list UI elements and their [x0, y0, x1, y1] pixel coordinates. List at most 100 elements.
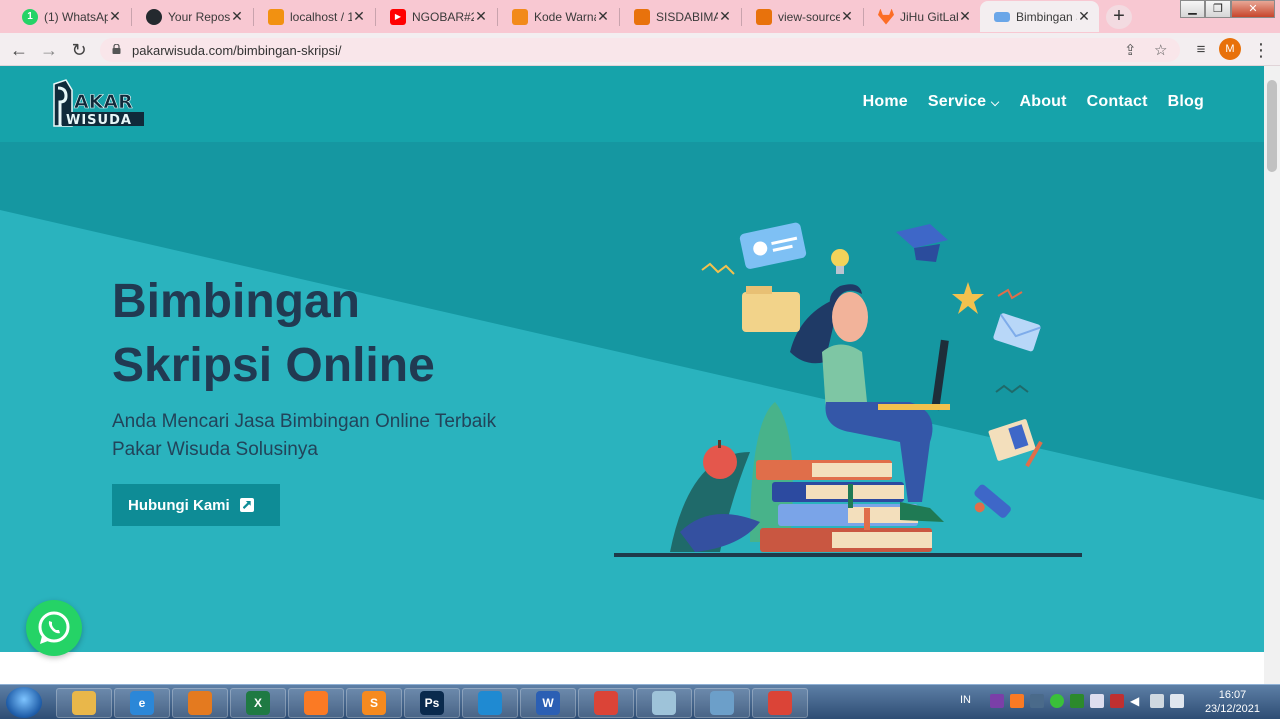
taskbar-internet-explorer[interactable]: e [114, 688, 170, 718]
nav-blog[interactable]: Blog [1168, 93, 1204, 111]
tab-youtube[interactable]: ▶ NGOBAR#2 ✕ [376, 1, 496, 32]
back-arrow-icon[interactable]: ← [8, 39, 30, 61]
close-tab-icon[interactable]: ✕ [230, 8, 244, 25]
system-clock[interactable]: 16:07 23/12/2021 [1205, 688, 1260, 716]
clock-date: 23/12/2021 [1204, 703, 1260, 715]
tab-phpmyadmin[interactable]: localhost / 1 ✕ [254, 1, 374, 32]
clock-time: 16:07 [1218, 689, 1247, 701]
svg-text:AKAR: AKAR [74, 91, 133, 113]
hero-title-line1: Bimbingan [112, 275, 360, 328]
action-center-icon[interactable] [1170, 694, 1184, 708]
share-icon[interactable]: ⇪ [1124, 41, 1137, 59]
close-tab-icon[interactable]: ✕ [958, 8, 972, 25]
taskbar-file-explorer[interactable] [56, 688, 112, 718]
close-tab-icon[interactable]: ✕ [108, 8, 122, 25]
tab-title: Your Reposit [168, 9, 230, 24]
address-bar[interactable]: pakarwisuda.com/bimbingan-skripsi/ ⇪ ☆ [100, 38, 1180, 62]
input-language[interactable]: IN [960, 694, 971, 706]
security-tray-icon[interactable] [1070, 694, 1084, 708]
tab-bimbingan-skripsi[interactable]: Bimbingan S ✕ [980, 1, 1099, 32]
hero-subtitle: Anda Mencari Jasa Bimbingan Online Terba… [112, 408, 496, 464]
close-tab-icon[interactable]: ✕ [352, 8, 366, 25]
student-laptop-illustration [614, 222, 1082, 557]
taskbar-sublime-text[interactable]: S [346, 688, 402, 718]
antivirus-tray-icon[interactable] [1110, 694, 1124, 708]
phpmyadmin-icon [268, 8, 284, 25]
taskbar-chrome[interactable] [578, 688, 634, 718]
whatsapp-icon: 1 [22, 8, 38, 25]
file-explorer-icon [72, 691, 96, 715]
xampp-icon [304, 691, 328, 715]
reading-list-icon[interactable]: ≡ [1190, 39, 1212, 61]
signal-icon[interactable] [1150, 694, 1164, 708]
tab-kode-warna[interactable]: Kode Warna ✕ [498, 1, 618, 32]
taskbar-media-player[interactable] [172, 688, 228, 718]
scrollbar-thumb[interactable] [1267, 80, 1277, 172]
hero-subtitle-line1: Anda Mencari Jasa Bimbingan Online Terba… [112, 411, 497, 432]
vscode-icon [478, 691, 502, 715]
menu-dots-icon[interactable]: ⋮ [1250, 39, 1272, 61]
gitlab-icon [878, 8, 894, 25]
close-tab-icon[interactable]: ✕ [1077, 8, 1091, 25]
close-tab-icon[interactable]: ✕ [474, 8, 488, 25]
media-player-icon [188, 691, 212, 715]
onenote-tray-icon[interactable] [990, 694, 1004, 708]
tab-view-source[interactable]: view-source: ✕ [742, 1, 862, 32]
nav-home[interactable]: Home [863, 93, 908, 111]
system-tray: ◀ [990, 694, 1184, 708]
minimize-button[interactable]: ▁ [1180, 0, 1205, 18]
nav-service-label: Service [927, 93, 987, 110]
tab-jihu-gitlab[interactable]: JiHu GitLab ✕ [864, 1, 980, 32]
main-menu: Home Service ⌵ About Contact Blog [863, 93, 1204, 111]
page-scrollbar[interactable] [1264, 66, 1280, 684]
tray-icon[interactable] [1090, 694, 1104, 708]
xampp-tray-icon[interactable] [1010, 694, 1024, 708]
maximize-button[interactable]: ❐ [1205, 0, 1231, 18]
profile-avatar[interactable]: M [1219, 38, 1241, 60]
site-navbar: AKAR WISUDA Home Service ⌵ About Contact… [0, 66, 1264, 142]
hubungi-kami-button[interactable]: Hubungi Kami [112, 484, 280, 526]
youtube-icon: ▶ [390, 8, 406, 25]
chrome-icon [594, 691, 618, 715]
pictures-icon [710, 691, 734, 715]
close-tab-icon[interactable]: ✕ [596, 8, 610, 25]
volume-icon[interactable]: ◀ [1130, 694, 1144, 708]
tab-title: NGOBAR#2 [412, 9, 474, 24]
nav-about[interactable]: About [1019, 93, 1066, 111]
new-tab-button[interactable]: + [1106, 5, 1132, 29]
taskbar-chrome-profile-m[interactable] [752, 688, 808, 718]
network-tray-icon[interactable] [1030, 694, 1044, 708]
start-button[interactable] [6, 687, 42, 718]
taskbar-vscode[interactable] [462, 688, 518, 718]
word-icon: W [536, 691, 560, 715]
wifi-tray-icon[interactable] [1050, 694, 1064, 708]
close-tab-icon[interactable]: ✕ [840, 8, 854, 25]
taskbar-notepad[interactable] [636, 688, 692, 718]
html5-icon [512, 8, 528, 25]
tab-sisdabima[interactable]: SISDABIMA ✕ [620, 1, 740, 32]
tab-title: Bimbingan S [1016, 9, 1077, 24]
browser-tab-strip: 1 (1) WhatsApp ✕ Your Reposit ✕ localhos… [0, 0, 1280, 33]
taskbar-photoshop[interactable]: Ps [404, 688, 460, 718]
bookmark-star-icon[interactable]: ☆ [1154, 41, 1167, 59]
url-text: pakarwisuda.com/bimbingan-skripsi/ [132, 43, 342, 58]
tab-github[interactable]: Your Reposit ✕ [132, 1, 252, 32]
nav-contact[interactable]: Contact [1087, 93, 1148, 111]
taskbar-pictures[interactable] [694, 688, 750, 718]
tab-title: view-source: [778, 9, 840, 24]
taskbar-xampp[interactable] [288, 688, 344, 718]
tab-whatsapp[interactable]: 1 (1) WhatsApp ✕ [8, 1, 130, 32]
close-window-button[interactable]: ✕ [1231, 0, 1275, 18]
browser-toolbar: ← → ↻ pakarwisuda.com/bimbingan-skripsi/… [0, 33, 1280, 66]
taskbar-excel[interactable]: X [230, 688, 286, 718]
hero-title: Bimbingan Skripsi Online [112, 270, 435, 398]
cta-label: Hubungi Kami [128, 496, 230, 514]
whatsapp-chat-button[interactable] [26, 600, 82, 656]
taskbar-word[interactable]: W [520, 688, 576, 718]
close-tab-icon[interactable]: ✕ [718, 8, 732, 25]
nav-service[interactable]: Service ⌵ [928, 93, 1000, 111]
pakar-wisuda-logo[interactable]: AKAR WISUDA [50, 78, 150, 132]
reload-icon[interactable]: ↻ [68, 39, 90, 61]
hero-title-line2: Skripsi Online [112, 339, 435, 392]
forward-arrow-icon[interactable]: → [38, 39, 60, 61]
